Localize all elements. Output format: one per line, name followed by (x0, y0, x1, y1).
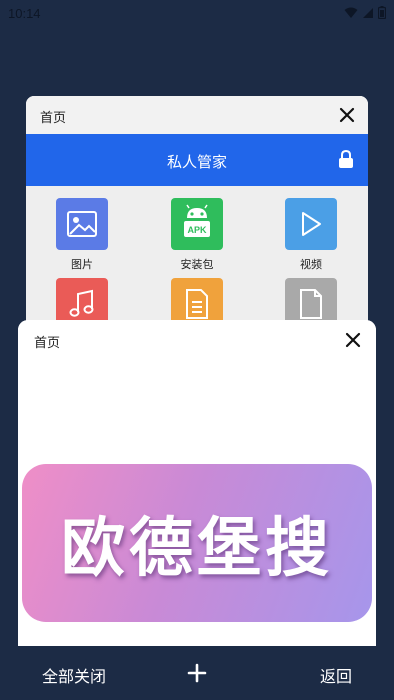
status-bar: 10:14 (0, 0, 394, 28)
banner-text: 欧德堡搜 (61, 512, 333, 586)
back-button[interactable]: 返回 (320, 663, 352, 687)
grid-item-label: 安装包 (180, 258, 214, 271)
tab-title: 首页 (40, 111, 67, 126)
plus-icon[interactable] (187, 663, 207, 683)
android-apk-icon: APK (171, 198, 223, 250)
brand-banner: 欧德堡搜 (22, 464, 372, 622)
grid-item-apk[interactable]: APK 安装包 (157, 198, 237, 272)
lock-icon[interactable] (338, 150, 354, 169)
image-icon (56, 198, 108, 250)
grid-item-label: 视频 (300, 258, 322, 271)
grid-item-label: 图片 (71, 258, 93, 271)
close-icon[interactable] (344, 331, 362, 349)
tab-card-front[interactable]: 首页 欧德堡搜 (18, 320, 376, 660)
card-header: 首页 (26, 96, 368, 134)
battery-icon (378, 6, 386, 19)
tab-title: 首页 (34, 336, 61, 351)
bottom-bar: 全部关闭 返回 (0, 646, 394, 700)
grid-item-video[interactable]: 视频 (271, 198, 351, 272)
status-icons (344, 6, 386, 19)
status-time: 10:14 (8, 6, 41, 21)
wifi-icon (344, 7, 358, 18)
app-header: 私人管家 (26, 134, 368, 186)
card-header: 首页 (18, 320, 376, 360)
apk-badge: APK (187, 225, 207, 235)
close-icon[interactable] (338, 106, 356, 124)
tab-card-back[interactable]: 首页 私人管家 图片 APK 安装包 视频 (26, 96, 368, 336)
grid-item-images[interactable]: 图片 (42, 198, 122, 272)
play-icon (285, 198, 337, 250)
signal-icon (363, 7, 373, 18)
app-title: 私人管家 (166, 153, 227, 171)
close-all-button[interactable]: 全部关闭 (42, 663, 106, 687)
